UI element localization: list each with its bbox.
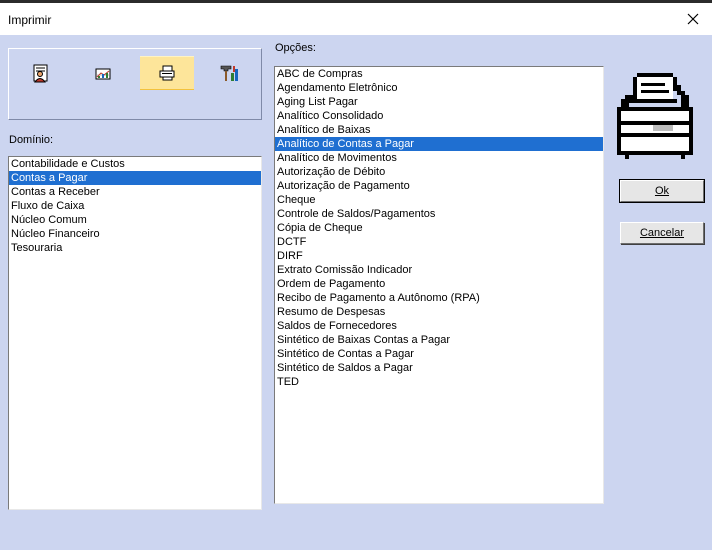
- chart-report-icon: [95, 68, 111, 80]
- options-list-item[interactable]: Analítico de Movimentos: [275, 151, 603, 165]
- options-list-item[interactable]: DCTF: [275, 235, 603, 249]
- options-list-item[interactable]: Aging List Pagar: [275, 95, 603, 109]
- domain-listbox[interactable]: Contabilidade e Custos Contas a Pagar Cont…: [8, 156, 262, 510]
- cancel-button-label: Cancelar: [639, 227, 685, 239]
- report-person-icon: [33, 64, 48, 83]
- tools-button[interactable]: [203, 56, 257, 90]
- domain-label: Domínio:: [9, 134, 54, 146]
- options-list-item[interactable]: Recibo de Pagamento a Autônomo (RPA): [275, 291, 603, 305]
- options-list-item[interactable]: Ordem de Pagamento: [275, 277, 603, 291]
- ok-button-label: Ok: [654, 185, 670, 197]
- printer-button[interactable]: [140, 56, 194, 90]
- options-list-item[interactable]: Analítico de Baixas: [275, 123, 603, 137]
- domain-list-item[interactable]: Contas a Pagar: [9, 171, 261, 185]
- options-list-item[interactable]: Controle de Saldos/Pagamentos: [275, 207, 603, 221]
- options-listbox[interactable]: ABC de Compras Agendamento Eletrônico Agin…: [274, 66, 604, 504]
- options-list-item[interactable]: Cópia de Cheque: [275, 221, 603, 235]
- options-list-item[interactable]: Sintético de Baixas Contas a Pagar: [275, 333, 603, 347]
- options-list-item[interactable]: Resumo de Despesas: [275, 305, 603, 319]
- options-list-item[interactable]: Analítico de Contas a Pagar: [275, 137, 603, 151]
- options-label: Opções:: [275, 42, 316, 54]
- cancel-button[interactable]: Cancelar: [620, 222, 704, 244]
- options-list-item[interactable]: Saldos de Fornecedores: [275, 319, 603, 333]
- domain-list-item[interactable]: Núcleo Comum: [9, 213, 261, 227]
- close-icon: [687, 13, 699, 25]
- domain-list-item[interactable]: Fluxo de Caixa: [9, 199, 261, 213]
- options-list-item[interactable]: Agendamento Eletrônico: [275, 81, 603, 95]
- printer-icon: [159, 65, 175, 81]
- window-title: Imprimir: [8, 13, 52, 27]
- tools-icon: [220, 65, 238, 81]
- options-list-item[interactable]: Sintético de Saldos a Pagar: [275, 361, 603, 375]
- options-list-item[interactable]: TED: [275, 375, 603, 389]
- options-list-item[interactable]: Cheque: [275, 193, 603, 207]
- options-list-item[interactable]: Autorização de Débito: [275, 165, 603, 179]
- ok-button[interactable]: Ok: [619, 179, 705, 203]
- domain-list-item[interactable]: Tesouraria: [9, 241, 261, 255]
- options-list-item[interactable]: Extrato Comissão Indicador: [275, 263, 603, 277]
- options-list-item[interactable]: ABC de Compras: [275, 67, 603, 81]
- printer-illustration-icon: [617, 73, 693, 159]
- report-type-toolbar: [8, 48, 262, 120]
- domain-list-item[interactable]: Contas a Receber: [9, 185, 261, 199]
- dialog-body: Domínio: Contabilidade e Custos Contas a …: [0, 35, 712, 550]
- domain-list-item[interactable]: Contabilidade e Custos: [9, 157, 261, 171]
- options-list-item[interactable]: DIRF: [275, 249, 603, 263]
- options-list-item[interactable]: Analítico Consolidado: [275, 109, 603, 123]
- chart-report-button[interactable]: [76, 56, 130, 90]
- options-list-item[interactable]: Autorização de Pagamento: [275, 179, 603, 193]
- title-bar: Imprimir: [0, 3, 712, 35]
- close-button[interactable]: [680, 6, 706, 32]
- options-list-item[interactable]: Sintético de Contas a Pagar: [275, 347, 603, 361]
- report-person-button[interactable]: [14, 56, 68, 90]
- domain-list-item[interactable]: Núcleo Financeiro: [9, 227, 261, 241]
